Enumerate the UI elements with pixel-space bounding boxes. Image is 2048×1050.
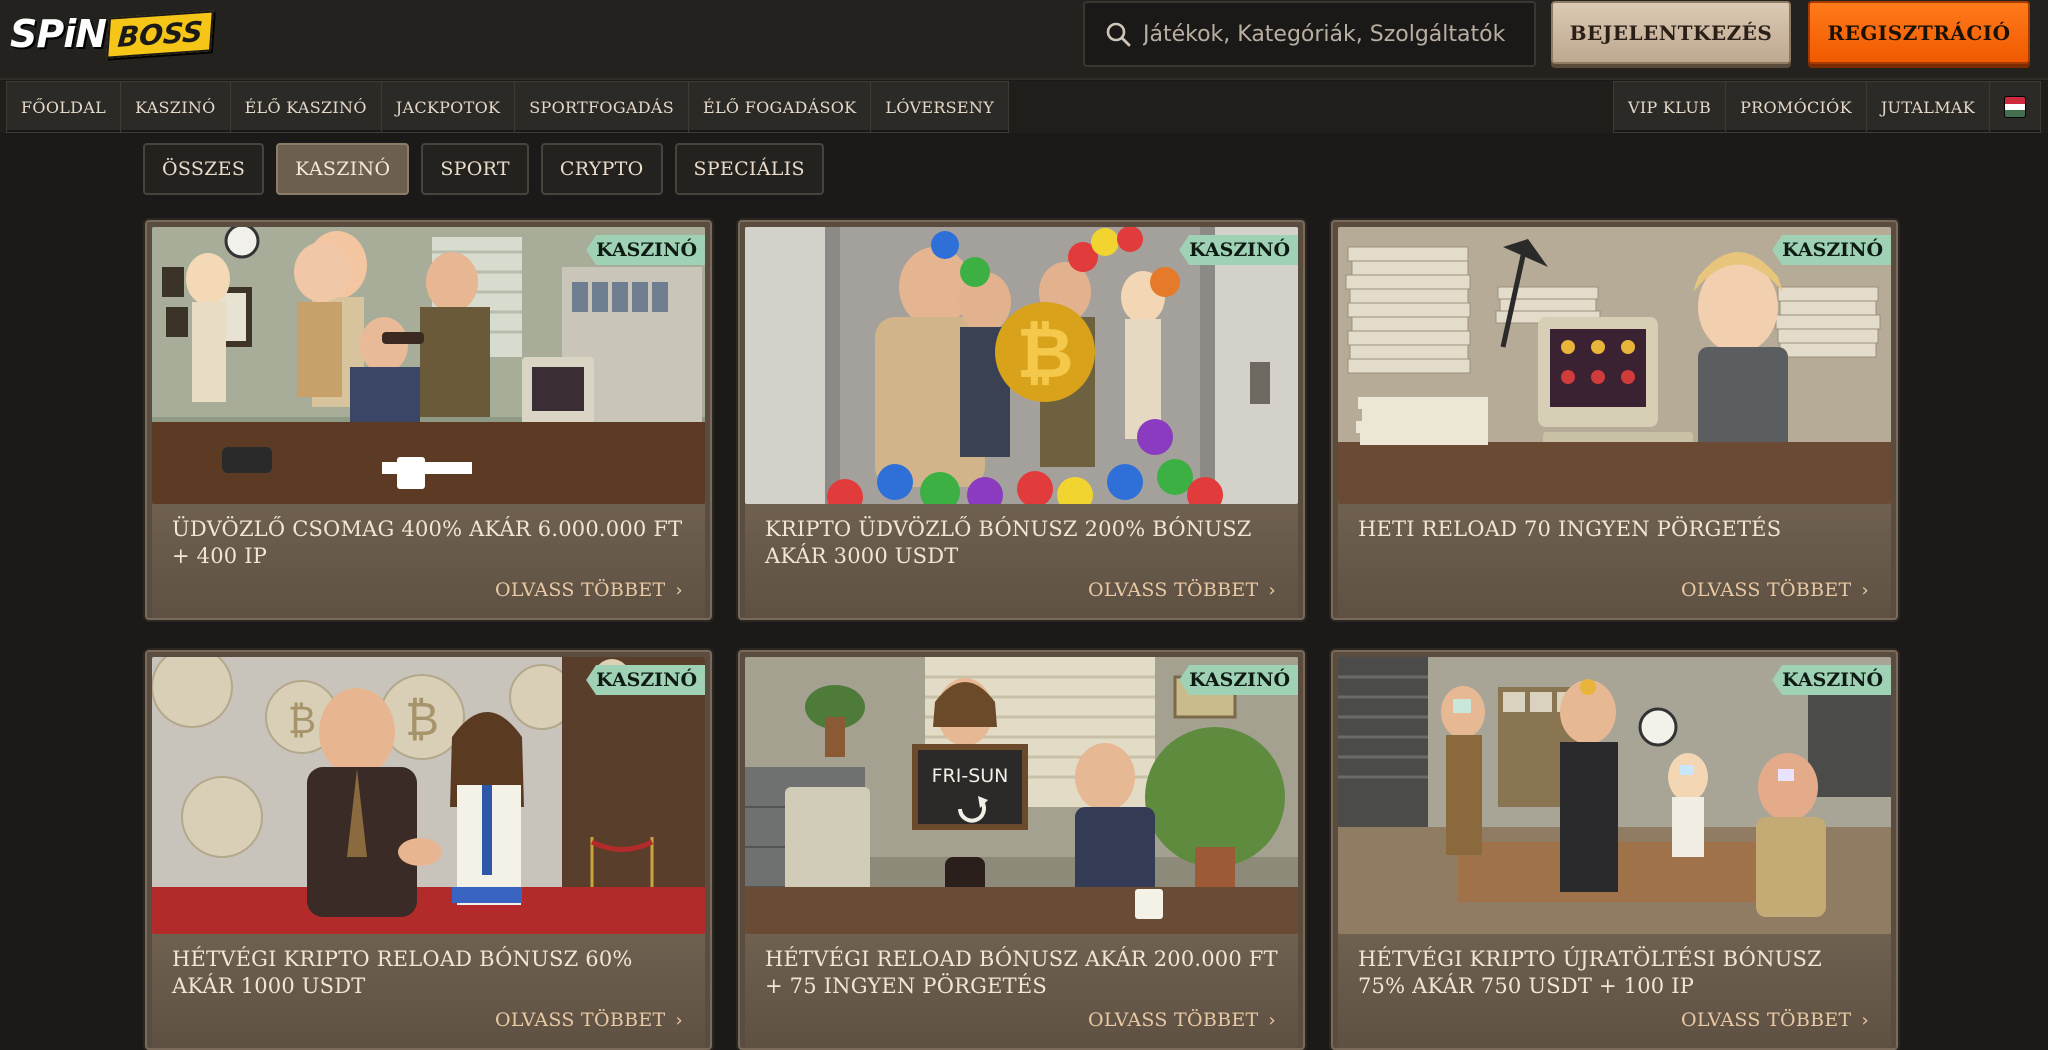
main-nav-right: VIP KLUB PROMÓCIÓK JUTALMAK: [1612, 81, 2041, 133]
promo-title: HÉTVÉGI KRIPTO RELOAD BÓNUSZ 60% AKÁR 10…: [172, 947, 633, 998]
read-more-link[interactable]: OLVASS TÖBBET ›: [1088, 1009, 1276, 1031]
promo-image-elevator-bitcoin: ₿ KASZINÓ: [745, 227, 1298, 504]
search-input[interactable]: [1143, 21, 1533, 47]
promo-card[interactable]: ₿ KASZINÓ KRIPTO ÜDVÖZLŐ BÓNUSZ 200% BÓN…: [738, 220, 1305, 620]
promo-image-office-team: KASZINÓ: [152, 227, 705, 504]
tab-crypto[interactable]: CRYPTO: [540, 143, 663, 195]
category-badge: KASZINÓ: [1179, 235, 1298, 265]
category-badge: KASZINÓ: [586, 235, 705, 265]
read-more-label: OLVASS TÖBBET: [495, 579, 666, 601]
promo-image-office-meeting: KASZINÓ: [1338, 657, 1891, 934]
promo-card[interactable]: KASZINÓ ÜDVÖZLŐ CSOMAG 400% AKÁR 6.000.0…: [145, 220, 712, 620]
main-nav-left: FŐOLDAL KASZINÓ ÉLŐ KASZINÓ JACKPOTOK SP…: [6, 81, 1010, 133]
login-button[interactable]: BEJELENTKEZÉS: [1551, 1, 1791, 64]
promo-image-crypto-handshake: ₿ ₿ KASZINÓ: [152, 657, 705, 934]
chevron-right-icon: ›: [1861, 1009, 1869, 1031]
chevron-right-icon: ›: [675, 579, 683, 601]
chevron-right-icon: ›: [1268, 1009, 1276, 1031]
read-more-link[interactable]: OLVASS TÖBBET ›: [495, 579, 683, 601]
fri-sun-sign-text: FRI-SUN: [932, 765, 1009, 787]
read-more-link[interactable]: OLVASS TÖBBET ›: [495, 1009, 683, 1031]
nav-item-vip-club[interactable]: VIP KLUB: [1612, 81, 1727, 133]
promo-card-body: HÉTVÉGI KRIPTO ÚJRATÖLTÉSI BÓNUSZ 75% AK…: [1338, 934, 1891, 1048]
promo-card[interactable]: ₿ ₿ KASZINÓ HÉTVÉGI KRIPTO RELOAD BÓNUSZ…: [145, 650, 712, 1050]
read-more-label: OLVASS TÖBBET: [1088, 1009, 1259, 1031]
nav-item-rewards[interactable]: JUTALMAK: [1865, 81, 1990, 133]
promo-card-body: HETI RELOAD 70 INGYEN PÖRGETÉS OLVASS TÖ…: [1338, 504, 1891, 618]
nav-item-live-betting[interactable]: ÉLŐ FOGADÁSOK: [688, 81, 872, 133]
read-more-label: OLVASS TÖBBET: [1088, 579, 1259, 601]
main-nav: FŐOLDAL KASZINÓ ÉLŐ KASZINÓ JACKPOTOK SP…: [0, 81, 2048, 133]
category-badge: KASZINÓ: [1179, 665, 1298, 695]
svg-text:₿: ₿: [405, 692, 439, 746]
nav-item-horse-racing[interactable]: LÓVERSENY: [870, 81, 1010, 133]
spinboss-logo[interactable]: SPiN BOSS: [10, 8, 215, 60]
read-more-label: OLVASS TÖBBET: [495, 1009, 666, 1031]
promo-title: HÉTVÉGI RELOAD BÓNUSZ AKÁR 200.000 FT + …: [765, 947, 1278, 998]
read-more-label: OLVASS TÖBBET: [1681, 1009, 1852, 1031]
logo-spin-text: SPiN: [10, 12, 107, 56]
nav-item-jackpots[interactable]: JACKPOTOK: [380, 81, 516, 133]
svg-text:₿: ₿: [288, 698, 316, 742]
promo-title: HÉTVÉGI KRIPTO ÚJRATÖLTÉSI BÓNUSZ 75% AK…: [1358, 947, 1822, 998]
tab-special[interactable]: SPECIÁLIS: [674, 143, 824, 195]
chevron-right-icon: ›: [1861, 579, 1869, 601]
category-badge: KASZINÓ: [586, 665, 705, 695]
tab-all[interactable]: ÖSSZES: [143, 143, 265, 195]
logo-boss-text: BOSS: [106, 9, 215, 59]
promo-image-fri-sun-sign: FRI-SUN KASZINÓ: [745, 657, 1298, 934]
category-badge: KASZINÓ: [1772, 665, 1891, 695]
promo-title: ÜDVÖZLŐ CSOMAG 400% AKÁR 6.000.000 FT + …: [172, 517, 683, 568]
chevron-right-icon: ›: [1268, 579, 1276, 601]
tab-casino[interactable]: KASZINÓ: [276, 143, 410, 195]
read-more-link[interactable]: OLVASS TÖBBET ›: [1088, 579, 1276, 601]
nav-item-home[interactable]: FŐOLDAL: [6, 81, 122, 133]
promo-filter-tabs: ÖSSZES KASZINÓ SPORT CRYPTO SPECIÁLIS: [143, 143, 824, 195]
category-badge: KASZINÓ: [1772, 235, 1891, 265]
register-button[interactable]: REGISZTRÁCIÓ: [1808, 1, 2030, 64]
read-more-link[interactable]: OLVASS TÖBBET ›: [1681, 1009, 1869, 1031]
top-header: SPiN BOSS BEJELENTKEZÉS REGISZTRÁCIÓ: [0, 0, 2048, 80]
search-icon: [1106, 22, 1131, 47]
promo-card-body: HÉTVÉGI RELOAD BÓNUSZ AKÁR 200.000 FT + …: [745, 934, 1298, 1048]
nav-item-promotions[interactable]: PROMÓCIÓK: [1725, 81, 1867, 133]
svg-text:₿: ₿: [1016, 312, 1073, 394]
nav-item-sportsbook[interactable]: SPORTFOGADÁS: [514, 81, 690, 133]
promo-title: HETI RELOAD 70 INGYEN PÖRGETÉS: [1358, 517, 1782, 541]
read-more-label: OLVASS TÖBBET: [1681, 579, 1852, 601]
promo-card-body: KRIPTO ÜDVÖZLŐ BÓNUSZ 200% BÓNUSZ AKÁR 3…: [745, 504, 1298, 618]
language-selector[interactable]: [1989, 81, 2041, 133]
chevron-right-icon: ›: [675, 1009, 683, 1031]
nav-item-live-casino[interactable]: ÉLŐ KASZINÓ: [229, 81, 382, 133]
promo-title: KRIPTO ÜDVÖZLŐ BÓNUSZ 200% BÓNUSZ AKÁR 3…: [765, 517, 1252, 568]
read-more-link[interactable]: OLVASS TÖBBET ›: [1681, 579, 1869, 601]
promo-card[interactable]: KASZINÓ HETI RELOAD 70 INGYEN PÖRGETÉS O…: [1331, 220, 1898, 620]
promo-card-body: HÉTVÉGI KRIPTO RELOAD BÓNUSZ 60% AKÁR 10…: [152, 934, 705, 1048]
promo-card-body: ÜDVÖZLŐ CSOMAG 400% AKÁR 6.000.000 FT + …: [152, 504, 705, 618]
tab-sport[interactable]: SPORT: [421, 143, 529, 195]
hungary-flag-icon: [2004, 96, 2026, 118]
nav-item-casino[interactable]: KASZINÓ: [120, 81, 231, 133]
search-box[interactable]: [1083, 1, 1536, 67]
promo-card[interactable]: KASZINÓ HÉTVÉGI KRIPTO ÚJRATÖLTÉSI BÓNUS…: [1331, 650, 1898, 1050]
promo-image-woman-at-computer: KASZINÓ: [1338, 227, 1891, 504]
promo-card[interactable]: FRI-SUN KASZINÓ HÉTVÉGI RELOAD BÓNUSZ AK…: [738, 650, 1305, 1050]
